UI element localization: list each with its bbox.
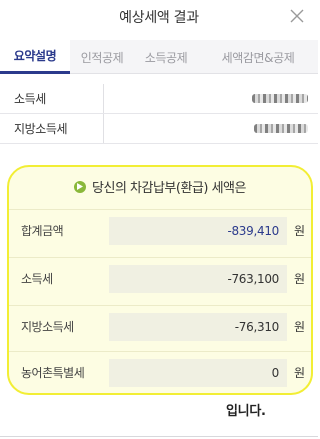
- summary-row-label: 소득세: [0, 84, 104, 113]
- result-row-unit: 원: [294, 320, 306, 334]
- result-row-total: 합계금액 -839,410 원: [9, 209, 311, 251]
- summary-row-label: 지방소득세: [0, 114, 104, 143]
- summary-row-local-tax: 지방소득세: [0, 114, 318, 144]
- result-row-value: -76,310: [109, 312, 287, 341]
- header: 예상세액 결과: [0, 0, 318, 34]
- result-row-rural-tax: 농어촌특별세 0 원: [9, 351, 311, 393]
- result-row-label: 소득세: [21, 272, 53, 286]
- result-row-value: -839,410: [109, 216, 287, 245]
- blurred-value: [252, 94, 308, 103]
- result-row-label: 농어촌특별세: [21, 366, 85, 380]
- summary-row-income-tax: 소득세: [0, 84, 318, 114]
- result-row-income-tax: 소득세 -763,100 원: [9, 257, 311, 299]
- tab-income-deduction[interactable]: 소득공제: [134, 40, 198, 74]
- result-row-value: -763,100: [109, 264, 287, 293]
- tab-summary[interactable]: 요약설명: [0, 40, 70, 74]
- result-row-label: 지방소득세: [21, 320, 74, 334]
- summary-row-value: [104, 94, 318, 103]
- result-row-unit: 원: [294, 224, 306, 238]
- result-row-unit: 원: [294, 366, 306, 380]
- divider: [0, 436, 318, 437]
- result-row-value: 0: [109, 358, 287, 387]
- tab-tax-credit[interactable]: 세액감면&공제: [198, 40, 318, 74]
- result-title-text: 당신의 차감납부(환급) 세액은: [92, 181, 246, 196]
- result-row-local-tax: 지방소득세 -76,310 원: [9, 305, 311, 347]
- tab-personal-deduction[interactable]: 인적공제: [70, 40, 134, 74]
- summary-row-value: [104, 124, 318, 133]
- summary-table: 소득세 지방소득세: [0, 84, 318, 144]
- tab-bar: 요약설명 인적공제 소득공제 세액감면&공제: [0, 40, 318, 74]
- result-suffix: 입니다.: [226, 404, 266, 419]
- blurred-value: [254, 124, 308, 133]
- close-icon[interactable]: [288, 7, 306, 25]
- result-row-label: 합계금액: [21, 224, 64, 238]
- result-title: 당신의 차감납부(환급) 세액은: [9, 177, 311, 196]
- result-row-unit: 원: [294, 272, 306, 286]
- page-title: 예상세액 결과: [119, 10, 199, 26]
- result-panel: 당신의 차감납부(환급) 세액은 합계금액 -839,410 원 소득세 -76…: [7, 165, 313, 395]
- play-icon: [74, 180, 87, 193]
